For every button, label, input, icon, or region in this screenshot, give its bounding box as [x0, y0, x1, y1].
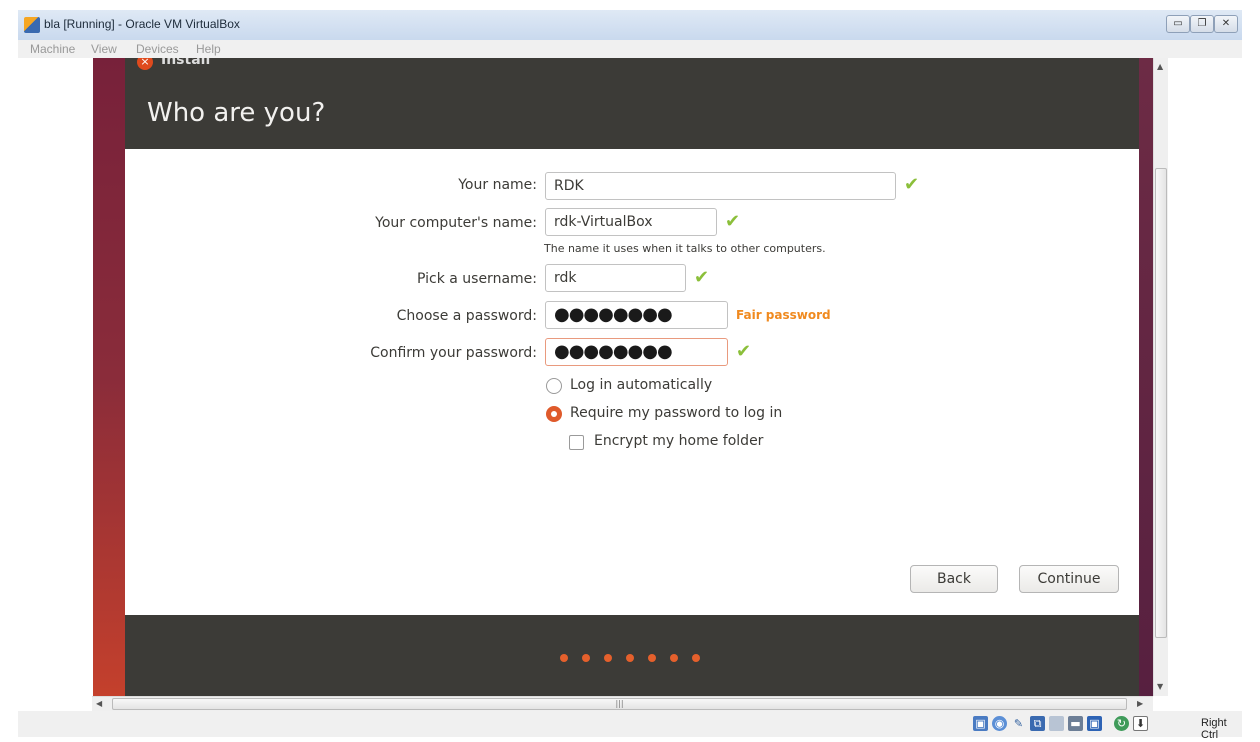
- menu-bar: Machine View Devices Help: [18, 40, 1242, 58]
- valid-check-icon: ✔: [694, 267, 710, 288]
- valid-check-icon: ✔: [725, 211, 741, 232]
- desktop-wallpaper-left: [93, 58, 125, 696]
- computer-name-input[interactable]: rdk-VirtualBox: [545, 208, 717, 236]
- password-strength: Fair password: [736, 308, 831, 322]
- guest-margin: [18, 58, 93, 696]
- continue-button[interactable]: Continue: [1019, 565, 1119, 593]
- progress-footer: [125, 615, 1139, 696]
- auto-login-radio[interactable]: [546, 378, 562, 394]
- keyboard-capture-icon[interactable]: ⬇: [1133, 716, 1148, 731]
- username-input[interactable]: rdk: [545, 264, 686, 292]
- valid-check-icon: ✔: [904, 174, 920, 195]
- usb-icon[interactable]: ✎: [1011, 716, 1026, 731]
- window-titlebar: bla [Running] - Oracle VM VirtualBox ▭ ❐…: [18, 10, 1242, 40]
- menu-view[interactable]: View: [91, 42, 117, 56]
- username-label: Pick a username:: [416, 271, 537, 287]
- confirm-password-input[interactable]: ●●●●●●●●: [545, 338, 728, 366]
- host-key-label: Right Ctrl: [1201, 717, 1227, 741]
- require-password-radio[interactable]: [546, 406, 562, 422]
- progress-dot: [560, 654, 568, 662]
- computer-name-label: Your computer's name:: [375, 215, 537, 231]
- guest-display[interactable]: × Install Who are you? Your name: RDK ✔ …: [18, 58, 1153, 696]
- status-bar: ▣ ◉ ✎ ⧉ ▬ ▣ ↻ ⬇ Right Ctrl: [18, 711, 1242, 741]
- horizontal-scrollbar[interactable]: ◀ ||| ▶: [92, 696, 1153, 711]
- installer-window: × Install Who are you? Your name: RDK ✔ …: [125, 58, 1139, 696]
- encrypt-home-label[interactable]: Encrypt my home folder: [594, 433, 763, 449]
- virtualization-icon[interactable]: ▣: [1087, 716, 1102, 731]
- shared-folders-icon[interactable]: [1049, 716, 1064, 731]
- back-button[interactable]: Back: [910, 565, 998, 593]
- confirm-password-label: Confirm your password:: [370, 345, 537, 361]
- window-title: bla [Running] - Oracle VM VirtualBox: [44, 17, 240, 31]
- require-password-label[interactable]: Require my password to log in: [570, 405, 782, 421]
- your-name-input[interactable]: RDK: [545, 172, 896, 200]
- vertical-scrollbar[interactable]: ▲ ▼: [1153, 58, 1168, 696]
- auto-login-label[interactable]: Log in automatically: [570, 377, 712, 393]
- scroll-down-icon[interactable]: ▼: [1157, 682, 1163, 691]
- menu-help[interactable]: Help: [196, 42, 221, 56]
- computer-name-hint: The name it uses when it talks to other …: [544, 242, 826, 255]
- installer-header: × Install Who are you?: [125, 58, 1139, 149]
- your-name-label: Your name:: [458, 177, 537, 193]
- virtualbox-app-icon: [24, 17, 40, 33]
- progress-dot: [692, 654, 700, 662]
- password-input[interactable]: ●●●●●●●●: [545, 301, 728, 329]
- restore-icon[interactable]: ❐: [1190, 15, 1214, 33]
- progress-dot: [648, 654, 656, 662]
- scroll-right-icon[interactable]: ▶: [1137, 699, 1143, 708]
- valid-check-icon: ✔: [736, 341, 752, 362]
- mouse-integration-icon[interactable]: ↻: [1114, 716, 1129, 731]
- menu-devices[interactable]: Devices: [136, 42, 179, 56]
- close-icon[interactable]: ✕: [1214, 15, 1238, 33]
- window-right-margin: [1242, 10, 1260, 742]
- close-icon[interactable]: ×: [137, 58, 153, 70]
- horizontal-scroll-thumb[interactable]: |||: [112, 698, 1127, 710]
- scroll-left-icon[interactable]: ◀: [96, 699, 102, 708]
- progress-dot: [670, 654, 678, 662]
- menu-machine[interactable]: Machine: [30, 42, 75, 56]
- hard-disk-icon[interactable]: ▣: [973, 716, 988, 731]
- progress-dot: [604, 654, 612, 662]
- installer-title: Install: [161, 58, 211, 68]
- vertical-scroll-thumb[interactable]: [1155, 168, 1167, 638]
- encrypt-home-checkbox[interactable]: [569, 435, 584, 450]
- password-label: Choose a password:: [396, 308, 537, 324]
- network-icon[interactable]: ⧉: [1030, 716, 1045, 731]
- page-heading: Who are you?: [147, 98, 326, 128]
- optical-drive-icon[interactable]: ◉: [992, 716, 1007, 731]
- progress-dot: [582, 654, 590, 662]
- progress-dot: [626, 654, 634, 662]
- desktop-wallpaper-right: [1139, 58, 1153, 696]
- minimize-icon[interactable]: ▭: [1166, 15, 1190, 33]
- scroll-up-icon[interactable]: ▲: [1157, 62, 1163, 71]
- video-capture-icon[interactable]: ▬: [1068, 716, 1083, 731]
